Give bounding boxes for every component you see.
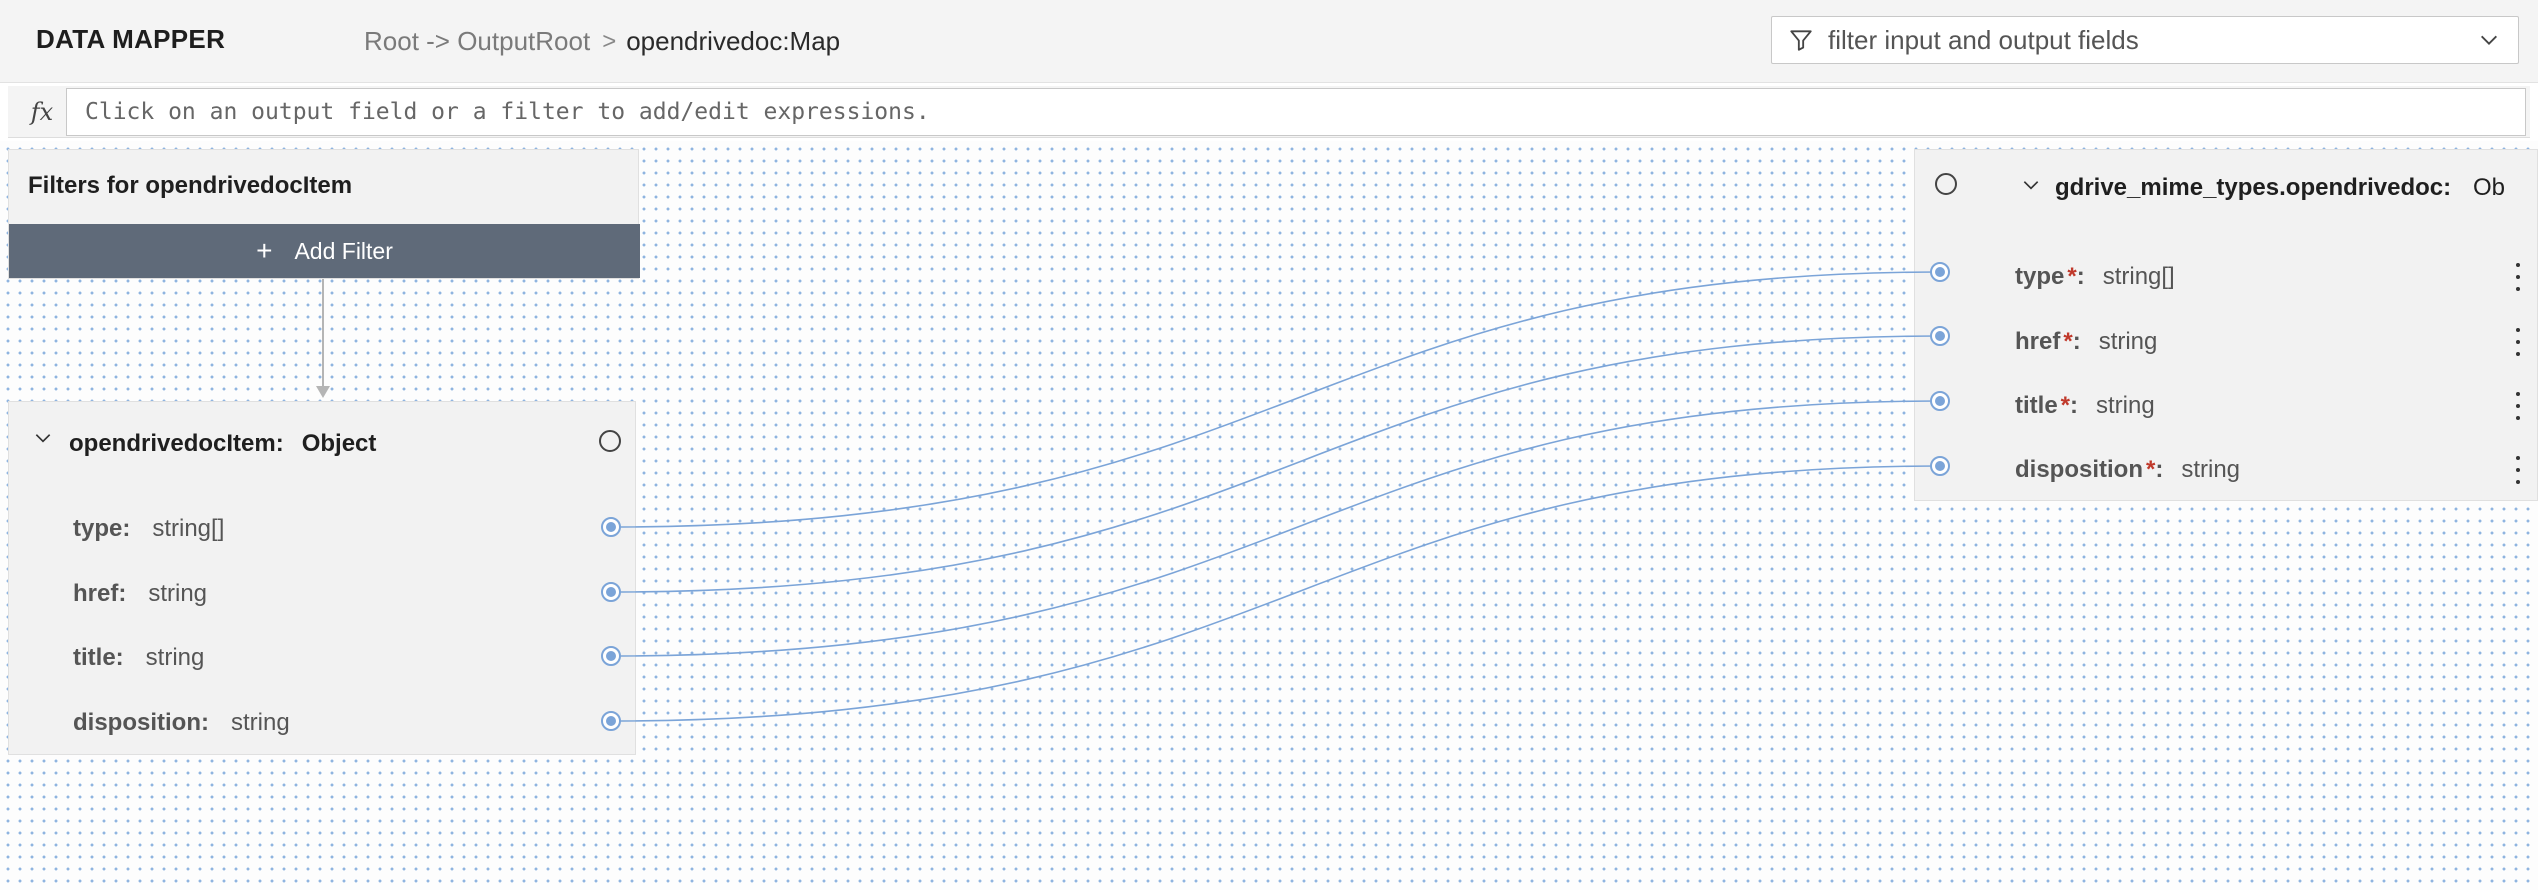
output-node[interactable]: gdrive_mime_types.opendrivedoc: Ob type *… [1914, 149, 2538, 501]
output-field-row[interactable]: type *: string[] [1915, 243, 2537, 307]
input-node-title: opendrivedocItem: Object [69, 430, 376, 458]
output-field-name: disposition [2015, 456, 2143, 483]
chevron-down-icon[interactable] [2476, 27, 2502, 53]
more-options-icon[interactable] [2511, 263, 2525, 291]
input-field-row[interactable]: type: string[] [9, 497, 635, 561]
required-marker: * [2146, 456, 2156, 483]
input-field-type: string [145, 644, 205, 671]
field-filter-dropdown[interactable]: filter input and output fields [1771, 16, 2519, 64]
more-options-icon[interactable] [2511, 456, 2525, 484]
input-field-name: href: [73, 580, 127, 607]
input-field-type: string [148, 580, 208, 607]
output-node-name: gdrive_mime_types.opendrivedoc: [2055, 174, 2452, 201]
input-node-name: opendrivedocItem: [69, 430, 284, 457]
breadcrumb-separator: > [602, 27, 617, 55]
output-field-row[interactable]: title *: string [1915, 372, 2537, 436]
fx-icon: fx [30, 98, 54, 126]
input-field-type: string [230, 709, 290, 736]
circle-port-icon[interactable] [1935, 173, 1957, 195]
input-port-disposition[interactable] [601, 711, 621, 731]
plus-icon: + [256, 235, 273, 266]
connector-line [322, 279, 324, 391]
filter-icon [1786, 25, 1816, 55]
input-field-row[interactable]: href: string [9, 562, 635, 626]
output-field-label: title *: string [2015, 392, 2155, 420]
output-field-row[interactable]: disposition *: string [1915, 436, 2537, 500]
arrow-down-icon [316, 386, 330, 398]
input-field-name: title: [73, 644, 124, 671]
input-field-name: type: [73, 515, 131, 542]
filters-title: Filters for opendrivedocItem [28, 172, 353, 199]
chevron-down-icon[interactable] [2021, 175, 2041, 195]
output-node-type: Ob [2473, 174, 2506, 201]
output-field-name: title [2015, 392, 2058, 419]
output-field-name: href [2015, 328, 2061, 355]
output-field-colon: : [2072, 328, 2081, 355]
filters-panel: Filters for opendrivedocItem + Add Filte… [8, 149, 640, 279]
output-port-href[interactable] [1930, 326, 1950, 346]
output-node-header: gdrive_mime_types.opendrivedoc: Ob [1915, 150, 2537, 228]
expression-input[interactable]: Click on an output field or a filter to … [66, 88, 2526, 136]
input-node[interactable]: opendrivedocItem: Object type: string[] h… [8, 401, 636, 755]
output-field-colon: : [2155, 456, 2164, 483]
output-field-name: type [2015, 263, 2065, 290]
required-marker: * [2063, 328, 2073, 355]
output-field-type: string [2098, 328, 2158, 355]
input-port-type[interactable] [601, 517, 621, 537]
more-options-icon[interactable] [2511, 392, 2525, 420]
more-options-icon[interactable] [2511, 328, 2525, 356]
output-field-row[interactable]: href *: string [1915, 308, 2537, 372]
output-field-type: string[] [2102, 263, 2175, 290]
input-field-type: string[] [152, 515, 225, 542]
output-field-label: disposition *: string [2015, 456, 2240, 484]
app-title: DATA MAPPER [36, 24, 226, 54]
required-marker: * [2060, 392, 2071, 419]
header-bar: DATA MAPPER Root -> OutputRoot > opendri… [0, 0, 2538, 83]
output-field-colon: : [2070, 392, 2079, 419]
required-marker: * [2067, 263, 2077, 290]
input-field-row[interactable]: disposition: string [9, 691, 635, 755]
circle-port-icon[interactable] [599, 430, 621, 452]
output-field-colon: : [2076, 263, 2085, 290]
chevron-down-icon[interactable] [33, 428, 53, 448]
breadcrumb-current: opendrivedoc:Map [626, 26, 841, 56]
input-field-row[interactable]: title: string [9, 626, 635, 690]
output-port-type[interactable] [1930, 262, 1950, 282]
add-filter-label: Add Filter [294, 237, 393, 264]
input-port-title[interactable] [601, 646, 621, 666]
input-node-type: Object [301, 430, 377, 457]
filter-placeholder: filter input and output fields [1828, 24, 2139, 55]
input-port-href[interactable] [601, 582, 621, 602]
output-field-label: href *: string [2015, 328, 2157, 356]
output-port-disposition[interactable] [1930, 456, 1950, 476]
output-port-title[interactable] [1930, 391, 1950, 411]
breadcrumb: Root -> OutputRoot > opendrivedoc:Map [364, 26, 840, 57]
output-field-label: type *: string[] [2015, 263, 2175, 291]
output-field-type: string [2096, 392, 2155, 419]
output-field-type: string [2181, 456, 2241, 483]
expression-bar: fx Click on an output field or a filter … [8, 86, 2530, 138]
add-filter-button[interactable]: + Add Filter [9, 224, 640, 278]
input-field-name: disposition: [73, 709, 209, 736]
input-node-header: opendrivedocItem: Object [9, 402, 635, 484]
breadcrumb-path[interactable]: Root -> OutputRoot [364, 26, 590, 57]
data-mapper-app: DATA MAPPER Root -> OutputRoot > opendri… [0, 0, 2538, 890]
